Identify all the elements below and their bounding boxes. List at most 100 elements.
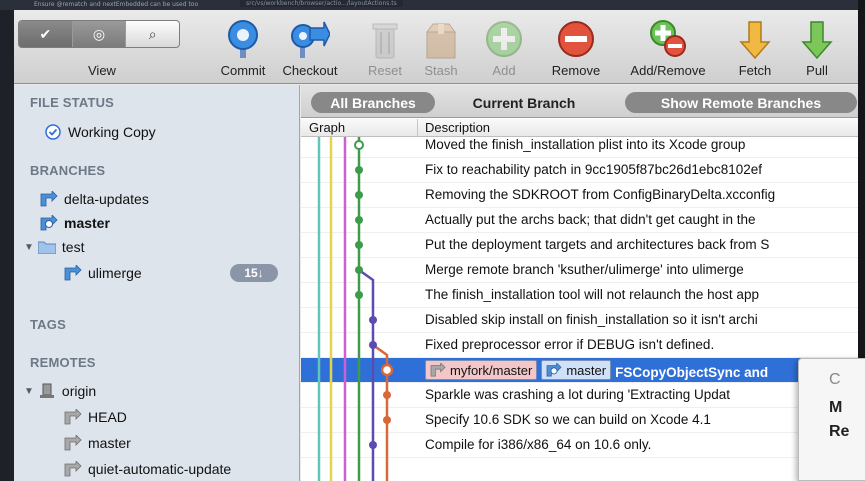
remote-branch-icon (64, 409, 82, 425)
disclosure-triangle-icon[interactable]: ▼ (24, 242, 34, 253)
master-label: master (64, 215, 110, 231)
current-branch-icon (40, 215, 58, 231)
test-folder-label: test (61, 239, 85, 255)
pull-label: Pull (806, 63, 828, 78)
description-column-header[interactable]: Description (425, 120, 490, 135)
branch-icon (64, 265, 82, 281)
check-icon: ✔ (39, 25, 52, 42)
commit-description: Disabled skip install on finish_installa… (425, 312, 758, 327)
origin-label: origin (61, 383, 97, 399)
head-label: HEAD (88, 409, 127, 425)
background-editor-left (0, 10, 14, 481)
working-copy-label: Working Copy (68, 124, 156, 140)
commit-node (369, 316, 377, 324)
sidebar-remote-quiet-automatic-update[interactable]: quiet-automatic-update (64, 458, 231, 480)
branch-filter-bar: All Branches Current Branch Show Remote … (301, 85, 858, 118)
commit-description: Moved the finish_installation plist into… (425, 137, 746, 152)
commit-node (355, 166, 363, 174)
sidebar-item-master[interactable]: master (40, 212, 110, 234)
current-branch-icon (546, 363, 562, 377)
add-remove-button[interactable]: Add/Remove (630, 14, 706, 82)
commit-node (383, 416, 391, 424)
graph-column-header[interactable]: Graph (309, 120, 345, 135)
remotes-heading: REMOTES (30, 355, 96, 370)
branch-icon (40, 191, 58, 207)
disclosure-triangle-icon[interactable]: ▼ (24, 386, 34, 397)
stash-button[interactable]: Stash (411, 14, 471, 82)
commit-description: Sparkle was crashing a lot during 'Extra… (425, 387, 730, 402)
commit-node (369, 441, 377, 449)
sidebar-item-delta-updates[interactable]: delta-updates (40, 188, 149, 210)
pull-arrow-icon (801, 21, 833, 60)
current-branch-button[interactable]: Current Branch (451, 92, 597, 113)
popover-line-3: Re (829, 423, 850, 440)
commit-description: myfork/master master FSCopyObjectSync an… (425, 360, 768, 380)
checkout-label: Checkout (282, 63, 338, 78)
column-header: Graph Description (301, 119, 858, 137)
commit-description: Specify 10.6 SDK so we can build on Xcod… (425, 412, 711, 427)
commit-node (369, 341, 377, 349)
remove-label: Remove (551, 63, 601, 78)
remove-button[interactable]: Remove (546, 14, 606, 82)
trash-icon (372, 23, 398, 59)
sidebar-remote-origin[interactable]: ▼ origin (24, 380, 96, 402)
commit-button[interactable]: Commit (213, 14, 273, 82)
remote-branch-tag-label: myfork/master (450, 362, 533, 378)
view-label: View (88, 63, 116, 78)
search-icon: ⌕ (148, 25, 157, 42)
show-remote-branches-button[interactable]: Show Remote Branches (625, 92, 857, 113)
view-search-segment[interactable]: ⌕ (126, 21, 179, 47)
checkout-button[interactable]: Checkout (280, 14, 340, 82)
branches-heading: BRANCHES (30, 163, 106, 178)
column-separator[interactable] (417, 119, 418, 137)
tags-heading: TAGS (30, 317, 66, 332)
sidebar-folder-test[interactable]: ▼ test (24, 236, 84, 258)
remote-branch-icon (430, 363, 446, 377)
delta-updates-label: delta-updates (64, 191, 149, 207)
local-branch-tag: master (541, 360, 612, 380)
checkmark-circle-icon (44, 124, 62, 140)
sidebar-remote-head[interactable]: HEAD (64, 406, 127, 428)
sidebar-item-ulimerge[interactable]: ulimerge (64, 262, 142, 284)
commit-icon (228, 20, 258, 58)
commit-node (355, 216, 363, 224)
checkout-icon (291, 21, 330, 58)
plus-circle-icon (486, 21, 522, 57)
fetch-button[interactable]: Fetch (725, 14, 785, 82)
toolbar: ✔ ◎ ⌕ View Commit Checkout Reset Stash A… (14, 10, 858, 84)
all-branches-button[interactable]: All Branches (311, 92, 435, 113)
selected-commit-message: FSCopyObjectSync and (615, 365, 769, 380)
minus-circle-icon (558, 21, 594, 57)
commit-node (355, 191, 363, 199)
ulimerge-label: ulimerge (88, 265, 142, 281)
commit-description: Removing the SDKROOT from ConfigBinaryDe… (425, 187, 776, 202)
popover-line-1: C (829, 371, 841, 388)
add-remove-label: Add/Remove (630, 63, 706, 78)
file-status-heading: FILE STATUS (30, 95, 115, 110)
commit-description: Compile for i386/x86_64 on 10.6 only. (425, 437, 652, 452)
commit-node (355, 241, 363, 249)
server-icon (38, 383, 56, 399)
eye-icon: ◎ (92, 25, 106, 42)
sidebar-item-working-copy[interactable]: Working Copy (44, 121, 156, 143)
remote-master-label: master (88, 435, 131, 451)
view-file-status-segment[interactable]: ✔ (19, 21, 73, 47)
view-segmented-control: ✔ ◎ ⌕ (18, 20, 180, 48)
commit-node (355, 266, 363, 274)
commit-description: Actually put the archs back; that didn't… (425, 212, 756, 227)
commit-description: The finish_installation tool will not re… (425, 287, 759, 302)
pull-button[interactable]: Pull (787, 14, 847, 82)
view-log-segment[interactable]: ◎ (72, 21, 127, 47)
add-label: Add (492, 63, 516, 78)
commit-node (354, 140, 364, 150)
sidebar-remote-master[interactable]: master (64, 432, 131, 454)
fetch-arrow-icon (739, 21, 771, 60)
add-button[interactable]: Add (474, 14, 534, 82)
commit-description: Fixed preprocessor error if DEBUG isn't … (425, 337, 715, 352)
commit-graph (317, 137, 394, 481)
remote-branch-icon (64, 435, 82, 451)
quiet-automatic-update-label: quiet-automatic-update (88, 461, 232, 477)
commit-description: Put the deployment targets and architect… (425, 237, 770, 252)
folder-icon (37, 239, 56, 255)
overlapping-popover: C M Re (798, 358, 865, 481)
